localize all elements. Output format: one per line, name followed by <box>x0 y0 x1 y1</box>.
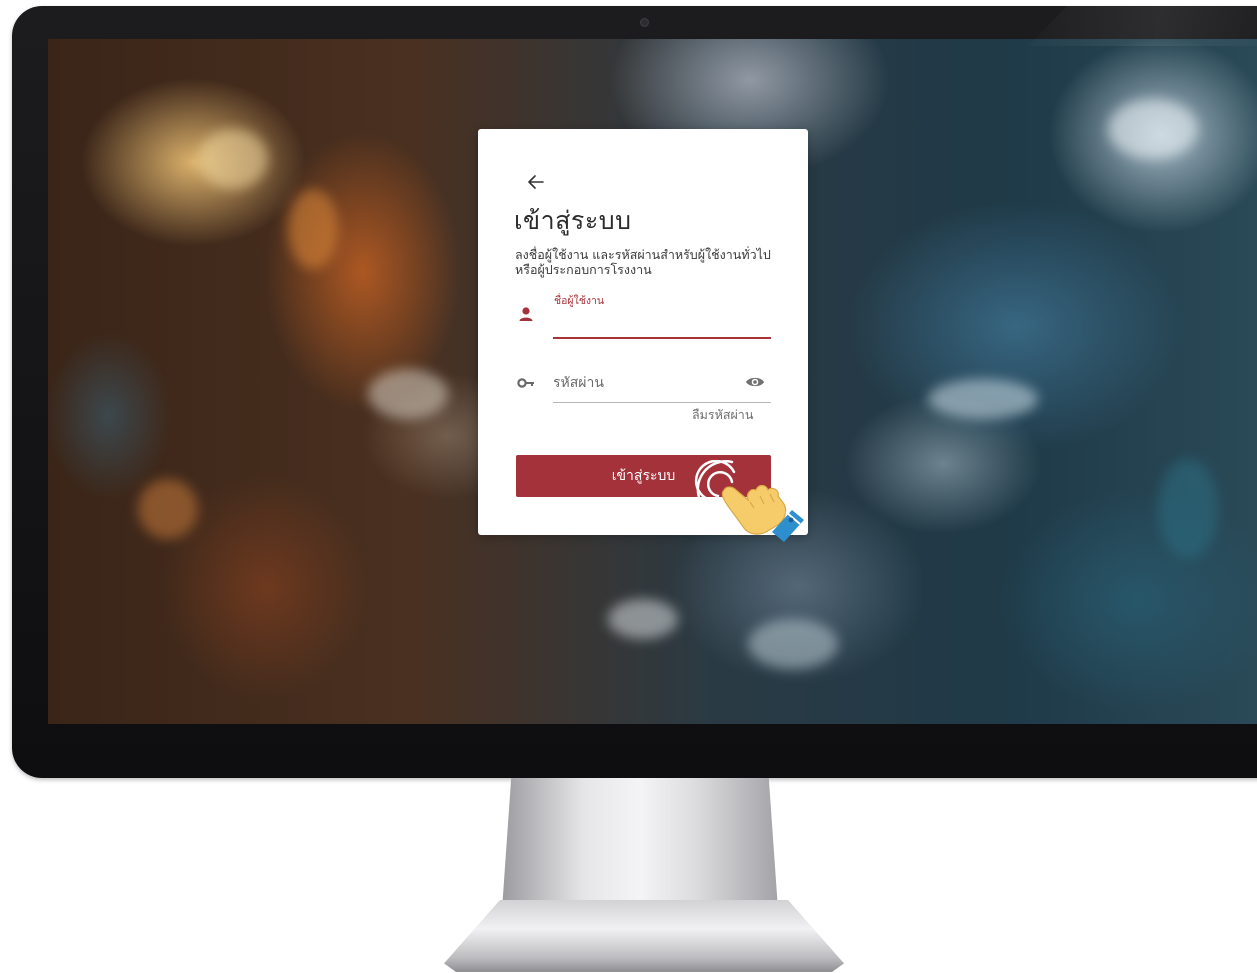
forgot-password-link[interactable]: ลืมรหัสผ่าน <box>692 405 753 425</box>
camera-dot <box>640 18 649 27</box>
eye-icon <box>746 377 764 387</box>
arrow-left-icon <box>528 175 544 189</box>
key-icon <box>517 378 534 388</box>
username-label: ชื่อผู้ใช้งาน <box>554 295 605 307</box>
password-field[interactable] <box>515 363 771 405</box>
toggle-password-visibility[interactable] <box>745 374 765 388</box>
page-title: เข้าสู่ระบบ <box>514 206 632 235</box>
back-button[interactable] <box>528 174 548 194</box>
password-input[interactable] <box>553 371 723 395</box>
person-icon <box>519 307 533 321</box>
username-underline <box>553 337 771 339</box>
monitor-stand-base <box>444 900 844 972</box>
password-underline <box>553 402 771 403</box>
username-input[interactable] <box>553 312 771 336</box>
login-description: ลงชื่อผู้ใช้งาน และรหัสผ่านสำหรับผู้ใช้ง… <box>515 247 771 277</box>
hand-pointer-icon <box>694 460 804 542</box>
apple-logo <box>628 730 650 756</box>
username-field[interactable]: ชื่อผู้ใช้งาน <box>515 292 771 340</box>
